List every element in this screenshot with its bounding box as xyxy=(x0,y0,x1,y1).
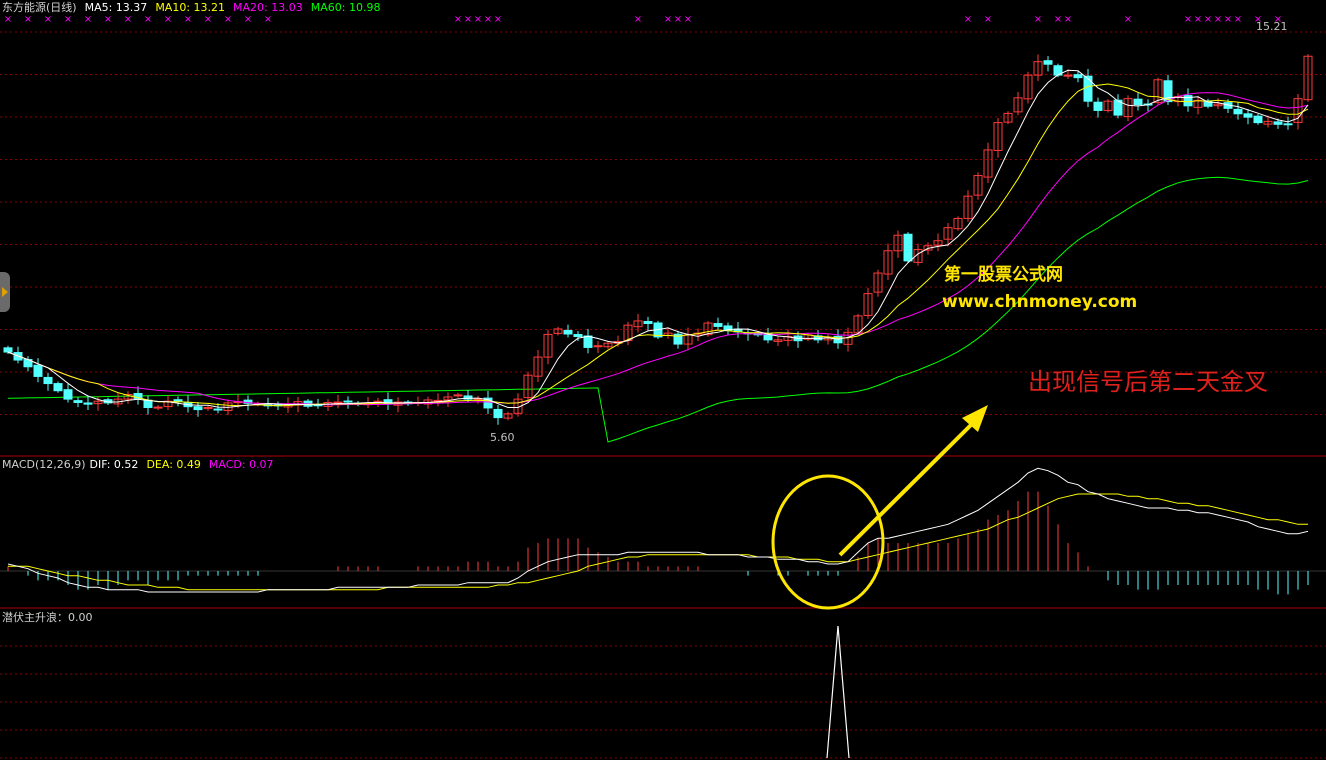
sell-mark: × xyxy=(64,14,72,25)
annotation-arrow-shaft xyxy=(838,416,980,557)
sell-mark: × xyxy=(1234,14,1242,25)
ma5-line xyxy=(7,69,1309,408)
candle-body xyxy=(1083,75,1093,102)
candle-body xyxy=(213,408,223,411)
sell-mark: × xyxy=(24,14,32,25)
candle-body xyxy=(3,347,13,353)
sell-mark: × xyxy=(964,14,972,25)
sell-mark: × xyxy=(1054,14,1062,25)
candle-body xyxy=(333,401,343,404)
signal-annotation: 出现信号后第二天金叉 xyxy=(1028,368,1268,396)
main-chart-header: 东方能源(日线) MA5: 13.37 MA10: 13.21 MA20: 13.03… xyxy=(2,1,388,14)
sell-mark: × xyxy=(494,14,502,25)
sell-mark: × xyxy=(164,14,172,25)
sell-mark: × xyxy=(1224,14,1232,25)
sell-mark: × xyxy=(204,14,212,25)
sell-mark: × xyxy=(4,14,12,25)
candle-body xyxy=(453,394,463,397)
candle-body xyxy=(1073,74,1083,79)
candle-body xyxy=(563,329,573,335)
candle-body xyxy=(903,233,913,262)
sell-mark: × xyxy=(1194,14,1202,25)
ma20-line xyxy=(7,92,1309,406)
stock-title: 东方能源(日线) xyxy=(2,1,77,14)
candle-body xyxy=(193,406,203,411)
ma5-value: MA5: 13.37 xyxy=(84,1,148,14)
sell-mark: × xyxy=(684,14,692,25)
macd-header: MACD(12,26,9) DIF: 0.52 DEA: 0.49 MACD: 0.0… xyxy=(2,458,282,471)
sell-mark: × xyxy=(1034,14,1042,25)
candle-body xyxy=(43,376,53,385)
dif-line xyxy=(7,467,1309,593)
sell-mark: × xyxy=(634,14,642,25)
sell-mark: × xyxy=(454,14,462,25)
sell-mark: × xyxy=(44,14,52,25)
low-price-label: 5.60 xyxy=(490,431,515,444)
ma10-value: MA10: 13.21 xyxy=(155,1,226,14)
candle-body xyxy=(1273,121,1283,125)
sell-mark: × xyxy=(224,14,232,25)
sell-mark: × xyxy=(184,14,192,25)
candle-body xyxy=(143,399,153,409)
sell-mark: × xyxy=(464,14,472,25)
candle-body xyxy=(493,408,503,419)
sell-mark: × xyxy=(144,14,152,25)
sell-mark: × xyxy=(84,14,92,25)
macd-value: MACD: 0.07 xyxy=(208,458,274,471)
dif-value: DIF: 0.52 xyxy=(89,458,139,471)
sell-mark: × xyxy=(244,14,252,25)
indicator-header: 潜伏主升浪：0.00 xyxy=(2,611,101,624)
sell-signal-marks: × × × × × × × × × × × × × × × × × × × × × × × × × × × × × × × × × × × × × xyxy=(4,14,1282,25)
candle-body xyxy=(1253,115,1263,124)
url-annotation: www.chnmoney.com xyxy=(942,292,1138,312)
macd-title: MACD(12,26,9) xyxy=(2,458,86,471)
candle-body xyxy=(1063,74,1073,77)
macd-panel xyxy=(0,467,1326,595)
candle-body xyxy=(713,323,723,327)
sell-mark: × xyxy=(1064,14,1072,25)
ma60-value: MA60: 10.98 xyxy=(310,1,381,14)
sell-mark: × xyxy=(674,14,682,25)
sell-mark: × xyxy=(1204,14,1212,25)
sell-mark: × xyxy=(484,14,492,25)
candle-body xyxy=(343,400,353,403)
candle-body xyxy=(1093,101,1103,111)
sell-mark: × xyxy=(264,14,272,25)
brand-annotation: 第一股票公式网 xyxy=(944,265,1063,285)
sell-mark: × xyxy=(124,14,132,25)
candle-body xyxy=(593,345,603,348)
candle-body xyxy=(153,406,163,409)
candle-body xyxy=(573,333,583,338)
sell-mark: × xyxy=(1214,14,1222,25)
ma10-line xyxy=(7,83,1309,407)
candle-body xyxy=(63,389,73,400)
dea-value: DEA: 0.49 xyxy=(146,458,201,471)
sell-mark: × xyxy=(474,14,482,25)
candle-body xyxy=(1233,108,1243,115)
sell-mark: × xyxy=(664,14,672,25)
highlight-circle xyxy=(771,474,885,610)
candle-body xyxy=(83,402,93,405)
side-panel-toggle[interactable] xyxy=(0,272,10,312)
indicator-title: 潜伏主升浪：0.00 xyxy=(2,611,93,624)
ma20-value: MA20: 13.03 xyxy=(233,1,303,14)
candle-body xyxy=(73,400,83,403)
sell-mark: × xyxy=(984,14,992,25)
candle-body xyxy=(1133,98,1143,106)
candle-body xyxy=(1043,60,1053,65)
sell-mark: × xyxy=(1184,14,1192,25)
sell-mark: × xyxy=(104,14,112,25)
candle-body xyxy=(1283,123,1293,126)
dea-line xyxy=(8,493,1308,591)
high-price-label: 15.21 xyxy=(1256,20,1288,33)
candle-body xyxy=(583,335,593,348)
candle-body xyxy=(53,383,63,392)
sell-mark: × xyxy=(1124,14,1132,25)
candle-body xyxy=(33,364,43,377)
candle-body xyxy=(1243,113,1253,118)
annotation-graphics xyxy=(771,405,988,610)
candle-body xyxy=(643,320,653,324)
